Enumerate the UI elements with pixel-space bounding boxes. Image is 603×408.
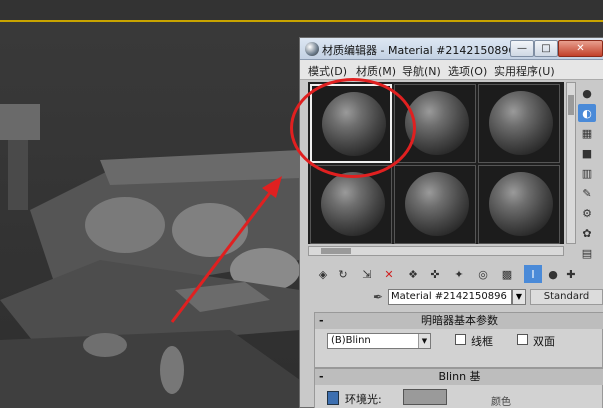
material-name-field[interactable]: Material #2142150896 [388, 289, 512, 305]
go-forward-to-sibling-icon[interactable]: ✚ [562, 265, 580, 283]
material-map-navigator-icon[interactable]: ▤ [578, 244, 596, 262]
shader-basic-params-rollout: - 明暗器基本参数 (B)Blinn ▼ 线框 双面 [314, 312, 603, 368]
get-material-icon[interactable]: ◈ [314, 265, 332, 283]
menu-material[interactable]: 材质(M) [356, 63, 396, 79]
window-title: 材质编辑器 - Material #2142150896 [322, 44, 516, 57]
collapse-toggle[interactable]: - [319, 369, 324, 385]
close-button[interactable]: ✕ [558, 40, 603, 57]
coffee-table [0, 330, 300, 408]
video-color-check-icon[interactable]: ▥ [578, 164, 596, 182]
ambient-color-swatch[interactable] [403, 389, 447, 405]
sample-slot-6[interactable] [478, 165, 560, 244]
scroll-thumb[interactable] [321, 248, 351, 254]
lamp-shade [0, 104, 40, 140]
assign-to-selection-icon[interactable]: ⇲ [358, 265, 376, 283]
sample-type-icon[interactable]: ● [578, 84, 596, 102]
chevron-down-icon[interactable]: ▼ [418, 334, 430, 348]
cushion [85, 197, 165, 253]
eyedropper-icon[interactable]: ✒ [370, 290, 386, 306]
material-id-channel-icon[interactable]: ◎ [474, 265, 492, 283]
menu-navigation[interactable]: 导航(N) [402, 63, 441, 79]
two-sided-label: 双面 [533, 335, 555, 348]
show-end-result-icon[interactable]: I [524, 265, 542, 283]
callout-circle [290, 78, 416, 178]
maximize-button[interactable]: □ [534, 40, 558, 57]
chevron-down-icon[interactable]: ▼ [512, 289, 526, 305]
select-by-material-icon[interactable]: ✿ [578, 224, 596, 242]
menu-mode[interactable]: 模式(D) [308, 63, 347, 79]
minimize-button[interactable]: — [510, 40, 534, 57]
go-to-parent-icon[interactable]: ● [544, 265, 562, 283]
material-sphere [489, 172, 553, 236]
options-icon[interactable]: ⚙ [578, 204, 596, 222]
material-sphere [321, 172, 385, 236]
material-type-button[interactable]: Standard [530, 289, 603, 305]
vase [160, 346, 184, 394]
rollout-header[interactable]: - Blinn 基 [315, 369, 603, 385]
lamp-base [8, 140, 28, 210]
wire-label: 线框 [471, 335, 493, 348]
sofa-scene [0, 104, 300, 408]
title-bar[interactable]: 材质编辑器 - Material #2142150896 — □ ✕ [300, 38, 603, 60]
make-copy-icon[interactable]: ❖ [404, 265, 422, 283]
menu-utilities[interactable]: 实用程序(U) [494, 63, 555, 79]
put-to-library-icon[interactable]: ✦ [450, 265, 468, 283]
material-name-row: ✒ Material #2142150896 ▼ Standard [300, 288, 603, 308]
make-preview-icon[interactable]: ✎ [578, 184, 596, 202]
bowl [83, 333, 127, 357]
bottom-toolbar: ◈ ↻ ⇲ ✕ ❖ ✜ ✦ ◎ ▩ I ● ✚ [308, 264, 578, 284]
wire-checkbox[interactable] [455, 334, 466, 345]
material-sphere [489, 91, 553, 155]
cushion [172, 203, 248, 257]
shader-value: (B)Blinn [331, 335, 371, 346]
shader-dropdown[interactable]: (B)Blinn ▼ [327, 333, 431, 349]
reset-map-icon[interactable]: ✕ [380, 265, 398, 283]
material-sphere [405, 172, 469, 236]
sample-slot-3[interactable] [478, 84, 560, 163]
sample-slot-5[interactable] [394, 165, 476, 244]
lock-icon[interactable] [327, 391, 339, 405]
side-toolbar: ● ◐ ▦ ■ ▥ ✎ ⚙ ✿ ▤ [576, 82, 603, 272]
slots-horizontal-scrollbar[interactable] [308, 246, 564, 256]
slots-vertical-scrollbar[interactable] [566, 82, 576, 244]
ambient-label: 环境光: [345, 393, 382, 406]
scroll-thumb[interactable] [568, 95, 574, 115]
show-shaded-in-viewport-icon[interactable]: ▩ [498, 265, 516, 283]
backlight-icon[interactable]: ◐ [578, 104, 596, 122]
rollout-header[interactable]: - 明暗器基本参数 [315, 313, 603, 329]
blinn-basic-params-rollout: - Blinn 基 环境光: 颜色 [314, 368, 603, 408]
menu-bar: 模式(D) 材质(M) 导航(N) 选项(O) 实用程序(U) [300, 60, 603, 80]
sample-uv-tiling-icon[interactable]: ■ [578, 144, 596, 162]
background-icon[interactable]: ▦ [578, 124, 596, 142]
rollout-title: 明暗器基本参数 [421, 314, 498, 327]
collapse-toggle[interactable]: - [319, 313, 324, 329]
menu-options[interactable]: 选项(O) [448, 63, 487, 79]
rollout-title: Blinn 基 [438, 370, 481, 383]
material-editor-icon [305, 42, 319, 56]
two-sided-checkbox[interactable] [517, 334, 528, 345]
color-label: 颜色 [491, 397, 511, 408]
put-to-scene-icon[interactable]: ↻ [334, 265, 352, 283]
make-unique-icon[interactable]: ✜ [426, 265, 444, 283]
screenshot: 材质编辑器 - Material #2142150896 — □ ✕ 模式(D)… [0, 0, 603, 408]
